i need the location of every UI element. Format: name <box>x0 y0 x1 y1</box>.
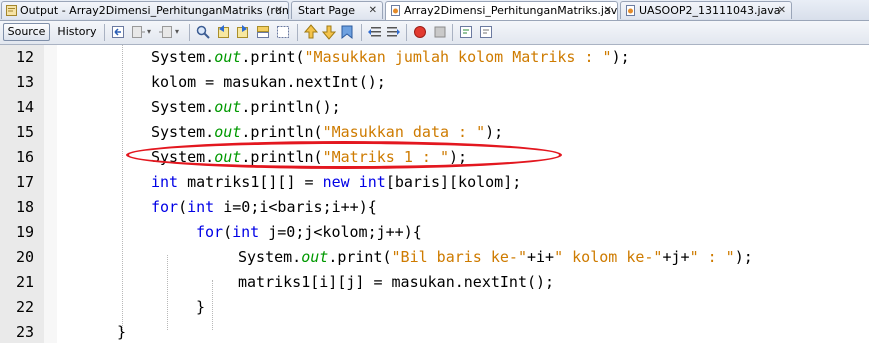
line-number: 23 <box>15 323 34 341</box>
code-line[interactable]: 18 for(int i=0;i<baris;i++){ <box>0 195 869 220</box>
editor-toolbar: Source History ▾ ▾ <box>0 21 869 45</box>
toolbar-separator <box>297 24 298 41</box>
tab-output[interactable]: Output - Array2Dimensi_PerhitunganMatrik… <box>1 1 289 19</box>
line-number: 21 <box>15 273 34 291</box>
find-next-icon[interactable] <box>235 24 251 40</box>
line-number: 18 <box>15 198 34 216</box>
line-number: 22 <box>15 298 34 316</box>
code-line[interactable]: 19 for(int j=0;j<kolom;j++){ <box>0 220 869 245</box>
next-bookmark-icon[interactable] <box>321 24 337 40</box>
toolbar-separator <box>406 24 407 41</box>
shift-right-icon[interactable] <box>385 24 401 40</box>
java-file-icon <box>626 5 635 16</box>
code-text: System.out.println(); <box>151 98 341 116</box>
line-number: 12 <box>15 48 34 66</box>
find-selection-icon[interactable] <box>195 24 211 40</box>
toolbar-separator <box>189 24 190 41</box>
code-text: for(int i=0;i<baris;i++){ <box>151 198 377 216</box>
forward-icon[interactable] <box>158 24 174 40</box>
close-icon[interactable]: ✕ <box>604 2 612 19</box>
code-line[interactable]: 21 matriks1[i][j] = masukan.nextInt(); <box>0 270 869 295</box>
code-text: kolom = masukan.nextInt(); <box>151 73 386 91</box>
code-text: int matriks1[][] = new int[baris][kolom]… <box>151 173 522 191</box>
code-line[interactable]: 23 } <box>0 320 869 345</box>
comment-icon[interactable] <box>458 24 474 40</box>
tab-array2dimensi-label: Array2Dimensi_PerhitunganMatriks.java <box>404 4 618 17</box>
chevron-down-icon[interactable]: ▾ <box>147 24 155 40</box>
last-edit-icon[interactable] <box>110 24 126 40</box>
toggle-bookmark-icon[interactable] <box>339 24 355 40</box>
line-number: 15 <box>15 123 34 141</box>
history-view-button[interactable]: History <box>54 23 100 41</box>
previous-bookmark-icon[interactable] <box>303 24 319 40</box>
close-icon[interactable]: ✕ <box>369 2 377 19</box>
close-icon[interactable]: ✕ <box>778 2 786 19</box>
code-line[interactable]: 17 int matriks1[][] = new int[baris][kol… <box>0 170 869 195</box>
line-number: 13 <box>15 73 34 91</box>
rectangular-selection-icon[interactable] <box>275 24 291 40</box>
line-number: 16 <box>15 148 34 166</box>
shift-left-icon[interactable] <box>367 24 383 40</box>
close-icon[interactable]: ✕ <box>275 2 283 19</box>
java-file-icon <box>391 5 400 16</box>
line-number: 20 <box>15 248 34 266</box>
uncomment-icon[interactable] <box>478 24 494 40</box>
code-text: System.out.print("Masukkan jumlah kolom … <box>151 48 630 66</box>
code-text: matriks1[i][j] = masukan.nextInt(); <box>238 273 555 291</box>
code-text: for(int j=0;j<kolom;j++){ <box>196 223 422 241</box>
code-line[interactable]: 22 } <box>0 295 869 320</box>
tab-uasoop2-label: UASOOP2_13111043.java <box>639 4 781 17</box>
code-text: System.out.print("Bil baris ke-"+i+" kol… <box>238 248 753 266</box>
toolbar-separator <box>104 24 105 41</box>
code-editor[interactable]: 12 System.out.print("Masukkan jumlah kol… <box>0 45 869 343</box>
tab-start-page-label: Start Page <box>298 4 355 17</box>
stop-macro-recording-icon[interactable] <box>432 24 448 40</box>
code-text: } <box>117 323 127 341</box>
line-number: 14 <box>15 98 34 116</box>
code-line[interactable]: 20 System.out.print("Bil baris ke-"+i+" … <box>0 245 869 270</box>
code-text: } <box>196 298 206 316</box>
start-macro-recording-icon[interactable] <box>412 24 428 40</box>
back-icon[interactable] <box>130 24 146 40</box>
line-number: 19 <box>15 223 34 241</box>
toolbar-separator <box>361 24 362 41</box>
source-view-button[interactable]: Source <box>3 23 50 41</box>
tab-output-label: Output - Array2Dimensi_PerhitunganMatrik… <box>20 4 289 17</box>
toggle-highlight-icon[interactable] <box>255 24 271 40</box>
editor-tab-strip: Output - Array2Dimensi_PerhitunganMatrik… <box>0 0 869 21</box>
code-line[interactable]: 12 System.out.print("Masukkan jumlah kol… <box>0 45 869 70</box>
tab-array2dimensi-java[interactable]: Array2Dimensi_PerhitunganMatriks.java ✕ <box>385 1 618 20</box>
code-line[interactable]: 14 System.out.println(); <box>0 95 869 120</box>
line-number: 17 <box>15 173 34 191</box>
annotation-ellipse <box>126 141 562 169</box>
tab-start-page[interactable]: Start Page ✕ <box>291 1 383 19</box>
chevron-down-icon[interactable]: ▾ <box>175 24 183 40</box>
toolbar-separator <box>452 24 453 41</box>
output-icon <box>6 5 17 16</box>
code-line[interactable]: 15 System.out.println("Masukkan data : "… <box>0 120 869 145</box>
code-line[interactable]: 13 kolom = masukan.nextInt(); <box>0 70 869 95</box>
find-previous-icon[interactable] <box>215 24 231 40</box>
tab-uasoop2-java[interactable]: UASOOP2_13111043.java ✕ <box>620 1 792 19</box>
